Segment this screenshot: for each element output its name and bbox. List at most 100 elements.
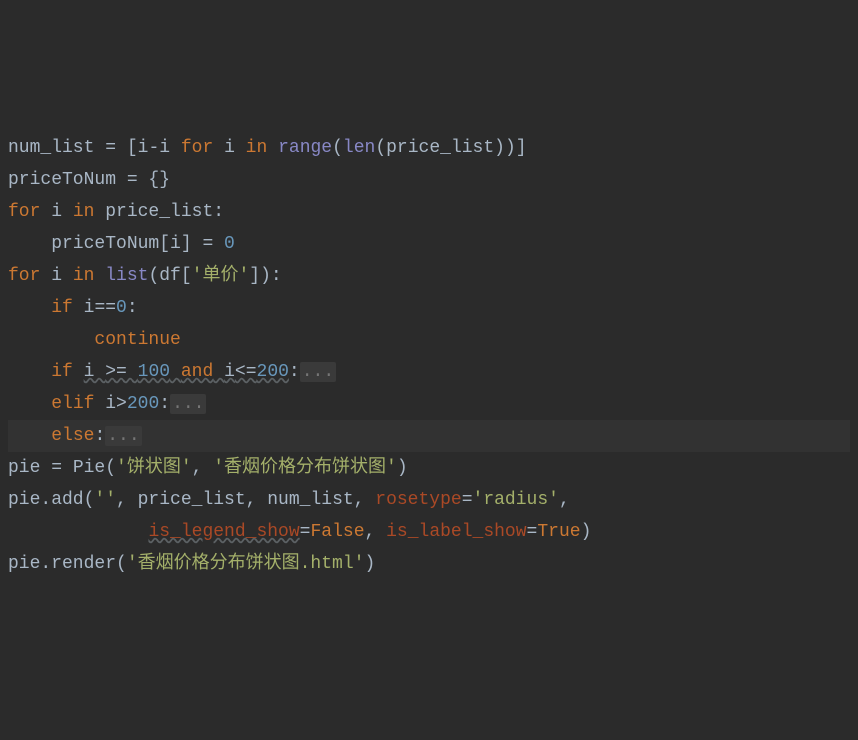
fold-indicator[interactable]: ...	[105, 426, 141, 446]
code-token: '饼状图'	[116, 458, 192, 478]
code-token: '香烟价格分布饼状图.html'	[127, 554, 365, 574]
code-token: >	[116, 394, 127, 414]
code-token: True	[537, 522, 580, 542]
code-token: =	[202, 234, 224, 254]
code-token: (	[332, 138, 343, 158]
code-token: list	[105, 266, 148, 286]
code-token: =	[462, 490, 473, 510]
code-line: pie = Pie('饼状图', '香烟价格分布饼状图')	[8, 452, 850, 484]
code-token: 100	[138, 362, 170, 382]
code-token	[8, 522, 148, 542]
code-token: ,	[559, 490, 570, 510]
code-token: :	[213, 202, 224, 222]
code-token: =	[300, 522, 311, 542]
code-line: if i==0:	[8, 292, 850, 324]
code-token: 'radius'	[473, 490, 559, 510]
code-token: )	[581, 522, 592, 542]
code-line-active: else:...	[8, 420, 850, 452]
code-token: ])	[249, 266, 271, 286]
code-token: is_legend_show	[148, 522, 299, 542]
fold-indicator[interactable]: ...	[170, 394, 206, 414]
fold-indicator[interactable]: ...	[300, 362, 336, 382]
code-token: 200	[257, 362, 289, 382]
code-token: 0	[224, 234, 235, 254]
code-token	[8, 298, 51, 318]
code-token: else	[51, 426, 94, 446]
code-token	[170, 362, 181, 382]
code-token: i	[94, 394, 116, 414]
code-token: elif	[51, 394, 94, 414]
code-token: ,	[192, 458, 214, 478]
code-token: pie.add(	[8, 490, 94, 510]
code-token: pie	[8, 458, 51, 478]
code-token: -	[148, 138, 159, 158]
code-token: i	[224, 362, 235, 382]
code-token: for	[8, 266, 40, 286]
code-token: i	[40, 266, 72, 286]
code-token: ''	[94, 490, 116, 510]
code-token: i	[73, 298, 95, 318]
code-token: price_list	[94, 202, 213, 222]
code-token: 0	[116, 298, 127, 318]
code-token: is_label_show	[386, 522, 526, 542]
code-token: for	[181, 138, 213, 158]
code-token	[8, 330, 94, 350]
code-line: pie.render('香烟价格分布饼状图.html')	[8, 548, 850, 580]
code-line: priceToNum = {}	[8, 164, 850, 196]
code-token: , price_list, num_list,	[116, 490, 375, 510]
code-token: 200	[127, 394, 159, 414]
code-token: >=	[105, 362, 137, 382]
code-line: for i in price_list:	[8, 196, 850, 228]
code-token: rosetype	[375, 490, 461, 510]
code-token	[8, 394, 51, 414]
code-token: :	[271, 266, 282, 286]
code-token: i	[213, 138, 245, 158]
code-line: is_legend_show=False, is_label_show=True…	[8, 516, 850, 548]
code-token: )	[364, 554, 375, 574]
code-token: priceToNum[i]	[8, 234, 202, 254]
code-token: range	[278, 138, 332, 158]
code-editor[interactable]: num_list = [i-i for i in range(len(price…	[8, 132, 850, 580]
code-line: priceToNum[i] = 0	[8, 228, 850, 260]
code-token: '单价'	[192, 266, 250, 286]
code-token	[8, 426, 51, 446]
code-token: :	[289, 362, 300, 382]
code-token: i	[84, 362, 106, 382]
code-token: if	[51, 362, 73, 382]
code-line: if i >= 100 and i<=200:...	[8, 356, 850, 388]
code-token: continue	[94, 330, 180, 350]
code-token: :	[127, 298, 138, 318]
code-token: ==	[94, 298, 116, 318]
code-token	[213, 362, 224, 382]
code-token: and	[181, 362, 213, 382]
code-token: = [	[105, 138, 137, 158]
code-token: = {}	[127, 170, 170, 190]
code-line: continue	[8, 324, 850, 356]
code-token: if	[51, 298, 73, 318]
code-token	[8, 362, 51, 382]
code-token: len	[343, 138, 375, 158]
code-token: in	[246, 138, 268, 158]
code-token: in	[73, 266, 95, 286]
code-token: (price_list))]	[375, 138, 526, 158]
code-token: i	[138, 138, 149, 158]
code-line: for i in list(df['单价']):	[8, 260, 850, 292]
code-line: pie.add('', price_list, num_list, rosety…	[8, 484, 850, 516]
code-token: for	[8, 202, 40, 222]
code-token: :	[159, 394, 170, 414]
code-token: False	[310, 522, 364, 542]
code-token: priceToNum	[8, 170, 127, 190]
code-token: ,	[365, 522, 387, 542]
code-token: <=	[235, 362, 257, 382]
code-token: i	[159, 138, 181, 158]
code-token: = Pie(	[51, 458, 116, 478]
code-token: =	[527, 522, 538, 542]
code-token: '香烟价格分布饼状图'	[213, 458, 397, 478]
code-token: )	[397, 458, 408, 478]
code-token	[73, 362, 84, 382]
code-token: (df[	[148, 266, 191, 286]
code-token: i	[40, 202, 72, 222]
code-token	[267, 138, 278, 158]
code-line: num_list = [i-i for i in range(len(price…	[8, 132, 850, 164]
code-token: :	[94, 426, 105, 446]
